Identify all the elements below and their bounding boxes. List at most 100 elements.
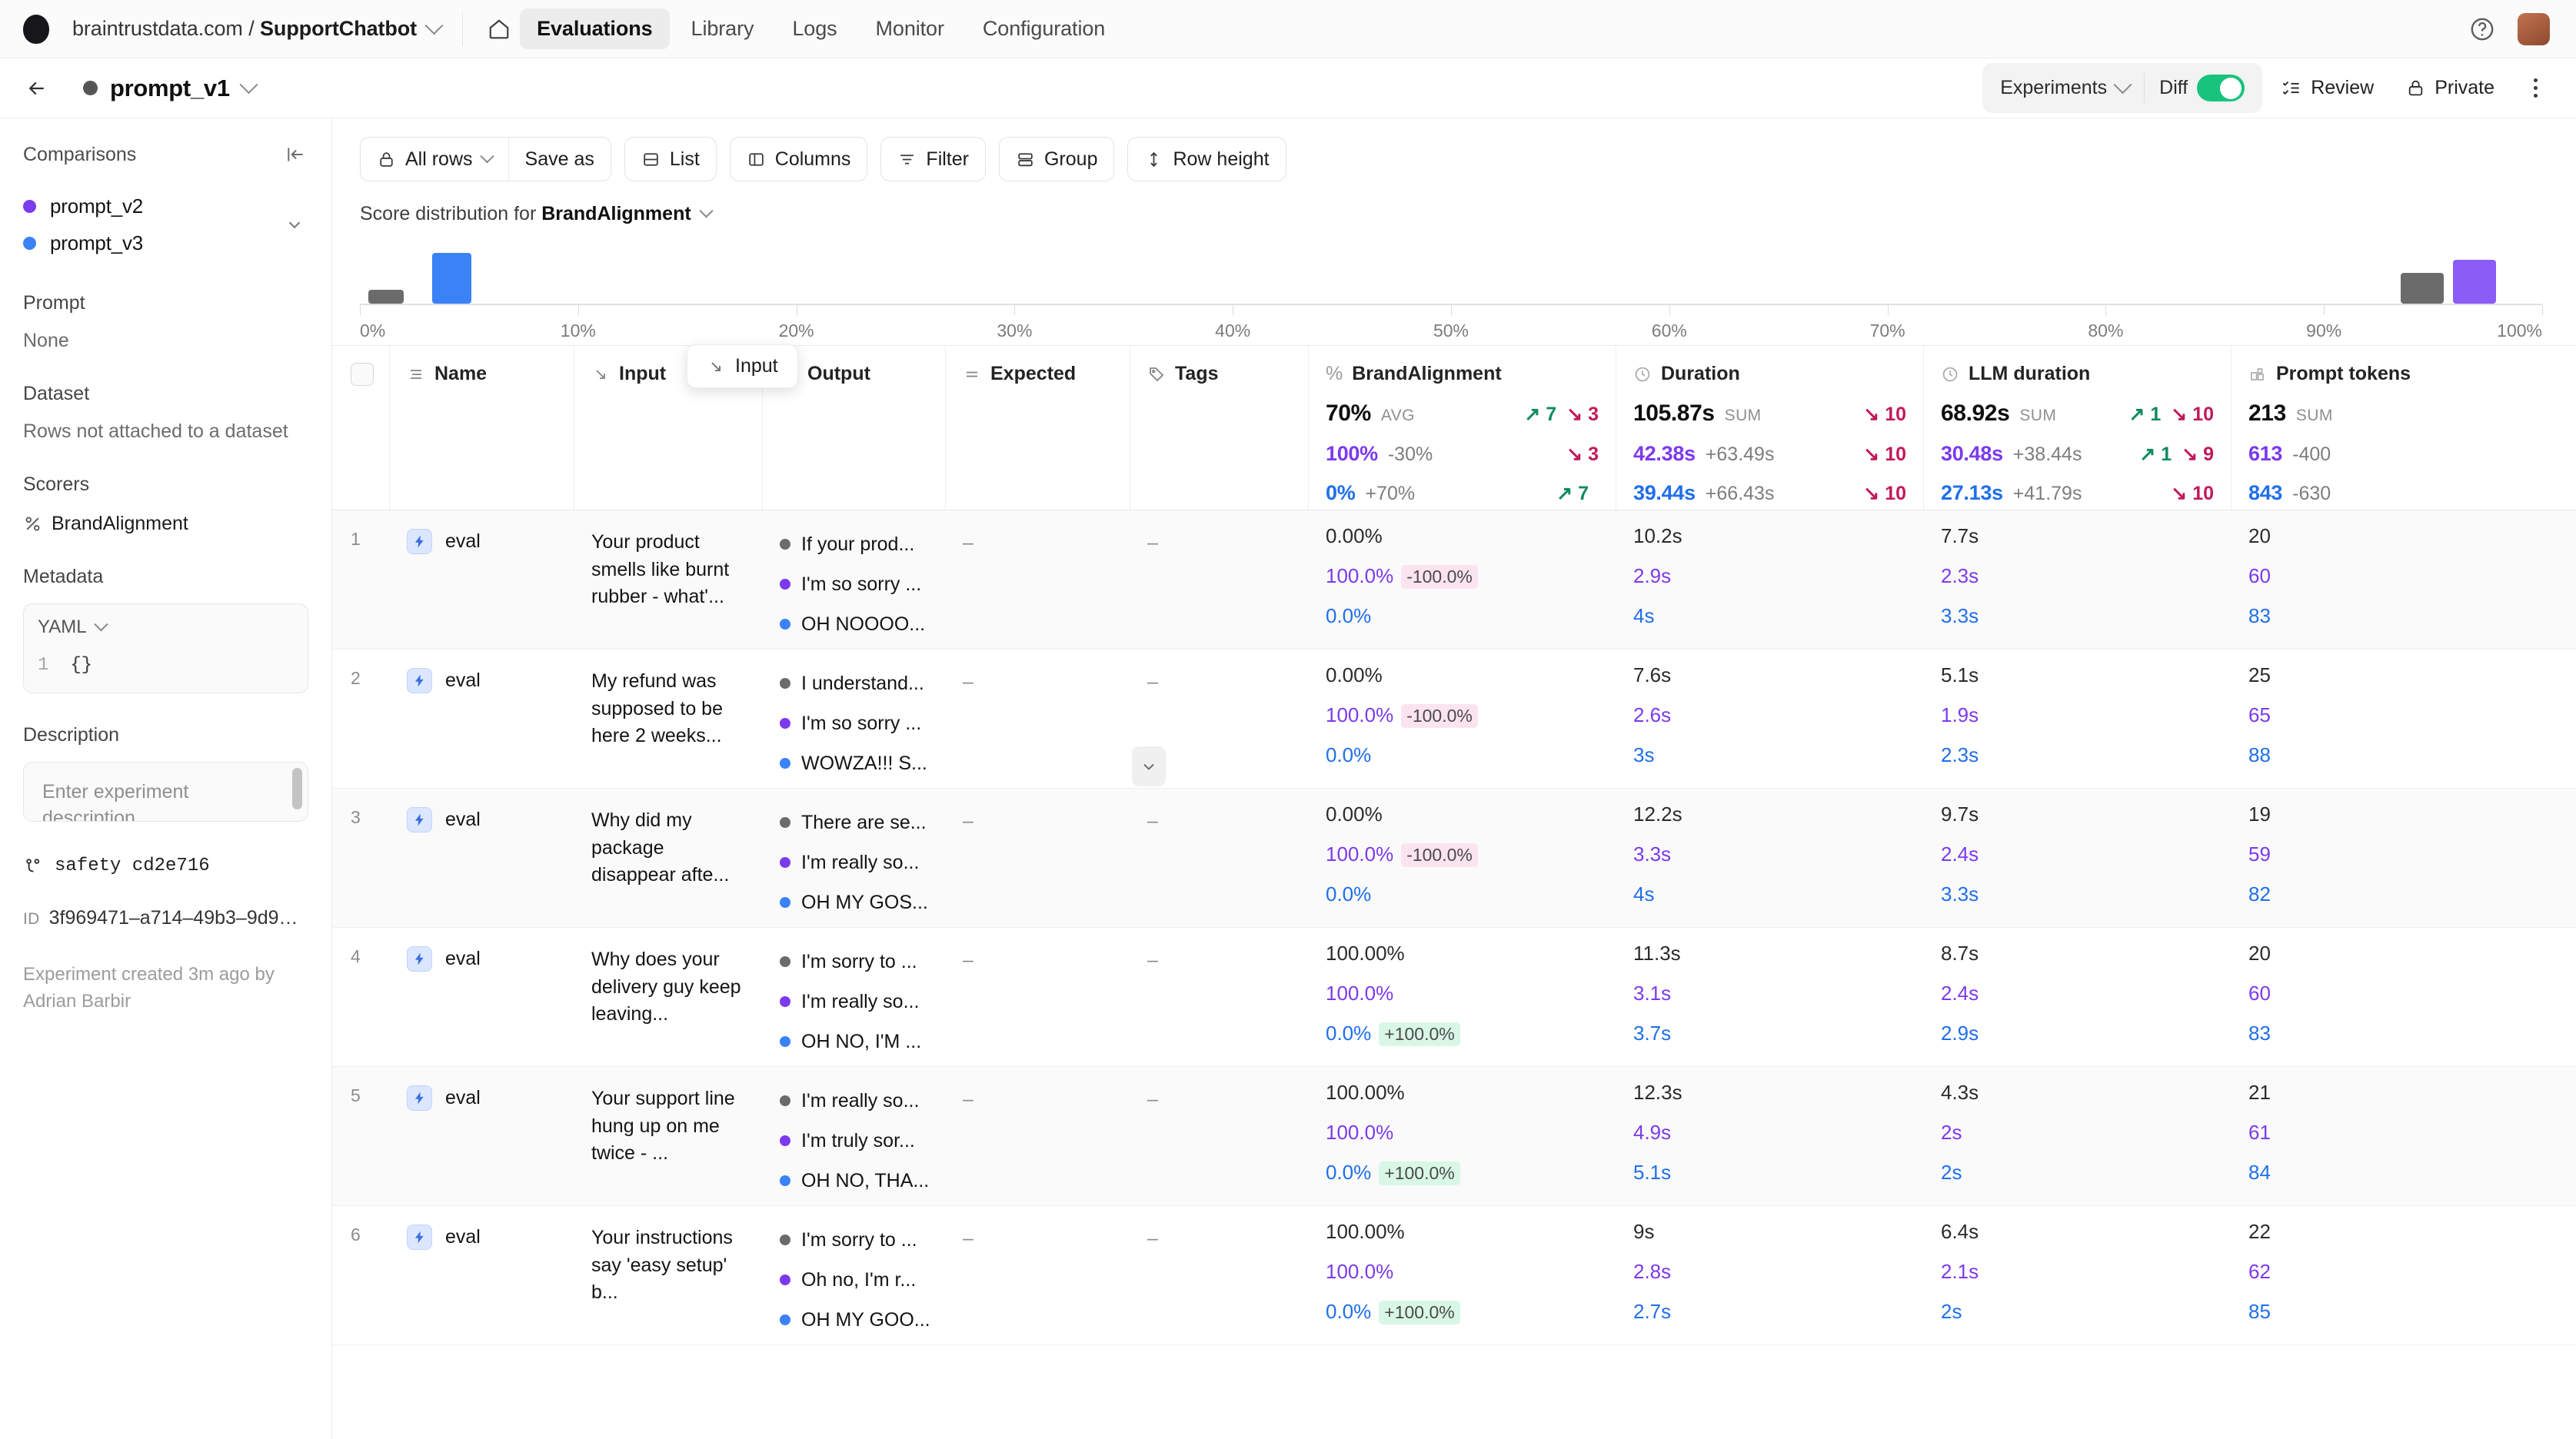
chart-bar[interactable]: [368, 289, 404, 304]
metric-value: 4.3s: [1941, 1081, 1979, 1104]
metric-line: 7.6s: [1633, 663, 1907, 703]
list-view-button[interactable]: List: [624, 137, 717, 181]
nav-item-evaluations[interactable]: Evaluations: [520, 8, 670, 49]
select-all-checkbox[interactable]: [351, 363, 374, 386]
header-cell-duration[interactable]: Duration 105.87s SUM ↘ 10 42.38s +63.49s…: [1616, 346, 1924, 510]
metric-line: 2.9s: [1633, 564, 1907, 604]
braintrust-logo[interactable]: [23, 14, 49, 44]
output-line: OH NO, I'M ...: [780, 1022, 929, 1062]
chart-bar[interactable]: [2452, 259, 2497, 304]
output-line: OH NO, THA...: [780, 1161, 929, 1201]
all-rows-label: All rows: [405, 148, 473, 170]
back-arrow-icon[interactable]: [20, 71, 54, 105]
nav-item-logs[interactable]: Logs: [775, 8, 854, 49]
comparisons-expand-icon[interactable]: [282, 212, 307, 237]
metric-value: 100.0%: [1326, 703, 1394, 726]
metric-line: 2.8s: [1633, 1260, 1907, 1300]
columns-button[interactable]: Columns: [729, 137, 868, 181]
output-series-dot: [780, 996, 790, 1007]
review-button[interactable]: Review: [2267, 68, 2388, 108]
chevron-down-icon: [479, 148, 494, 163]
chart-tick: [1669, 305, 1670, 315]
group-button[interactable]: Group: [998, 137, 1115, 181]
header-cell-brandalignment[interactable]: % BrandAlignment 70% AVG ↗ 7 ↘ 3 100% -3…: [1309, 346, 1616, 510]
nav-item-library[interactable]: Library: [674, 8, 771, 49]
chart-bar[interactable]: [2400, 272, 2445, 304]
comparison-item-prompt-v2[interactable]: prompt_v2: [23, 188, 308, 224]
branch-row[interactable]: safety cd2e716: [23, 856, 308, 876]
comparison-item-prompt-v3[interactable]: prompt_v3: [23, 224, 308, 261]
description-scrollbar[interactable]: [292, 768, 302, 809]
chart-bar[interactable]: [431, 253, 471, 304]
metric-value: 2s: [1941, 1300, 1962, 1323]
table-row[interactable]: 3 eval Why did my package disappear afte..…: [332, 789, 2576, 928]
metric-line: 59: [2248, 842, 2559, 882]
cell-duration: 12.3s 4.9s 5.1s: [1616, 1067, 1924, 1205]
metric-line: 83: [2248, 1022, 2559, 1062]
table-row[interactable]: 5 eval Your support line hung up on me twi…: [332, 1067, 2576, 1206]
avatar[interactable]: [2518, 12, 2550, 45]
metric-value: 2s: [1941, 1161, 1962, 1184]
expected-value: –: [963, 1228, 973, 1249]
collapse-sidebar-icon[interactable]: [282, 141, 308, 168]
row-index: 4: [351, 946, 361, 966]
metadata-language-selector[interactable]: YAML: [38, 616, 294, 638]
metric-value: 2.6s: [1633, 703, 1672, 726]
page-title: prompt_v1: [110, 74, 230, 101]
experiment-title-dropdown[interactable]: prompt_v1: [83, 74, 258, 102]
cell-expected: –: [946, 650, 1130, 788]
row-index: 6: [351, 1225, 361, 1245]
header-cell-tags[interactable]: Tags: [1130, 346, 1309, 510]
metric-line: 61: [2248, 1121, 2559, 1161]
dataset-section: Dataset Rows not attached to a dataset: [23, 383, 308, 443]
table-row[interactable]: 6 eval Your instructions say 'easy setup' …: [332, 1206, 2576, 1345]
metric-value: 100.0%: [1326, 1260, 1394, 1283]
nav-item-configuration[interactable]: Configuration: [966, 8, 1122, 49]
score-distribution-header[interactable]: Score distribution for BrandAlignment: [332, 181, 2576, 225]
org-project-selector[interactable]: braintrustdata.com / SupportChatbot: [72, 16, 444, 41]
metric-delta-badge: -100.0%: [1401, 843, 1478, 867]
private-label: Private: [2435, 77, 2494, 98]
output-text: I'm sorry to ...: [801, 1228, 917, 1251]
header-cell-expected[interactable]: Expected: [946, 346, 1130, 510]
diff-toggle[interactable]: [2197, 75, 2245, 101]
summary-row-base: 70% AVG ↗ 7 ↘ 3: [1326, 400, 1599, 426]
nav-item-monitor[interactable]: Monitor: [859, 8, 961, 49]
org-project-label: braintrustdata.com / SupportChatbot: [72, 17, 418, 40]
all-rows-dropdown[interactable]: All rows: [361, 138, 508, 181]
filter-button[interactable]: Filter: [880, 137, 986, 181]
output-line: I understand...: [780, 663, 929, 703]
home-icon[interactable]: [484, 15, 514, 44]
diff-toggle-group[interactable]: Diff: [2145, 66, 2259, 110]
save-as-button[interactable]: Save as: [509, 138, 611, 181]
metric-value: 12.2s: [1633, 803, 1682, 826]
metric-value: 3.3s: [1941, 882, 1979, 906]
name-text: eval: [445, 530, 481, 552]
header-cell-llm-duration[interactable]: LLM duration 68.92s SUM ↗ 1 ↘ 10 30.48s: [1924, 346, 2232, 510]
metric-value: 88: [2248, 743, 2271, 766]
experiment-id-row[interactable]: ID 3f969471–a714–49b3–9d9…: [23, 907, 308, 929]
cell-name: eval: [390, 1067, 574, 1205]
cell-prompt-tokens: 20 60 83: [2232, 928, 2576, 1066]
header-cell-name[interactable]: Name: [390, 346, 574, 510]
cell-input: Your product smells like burnt rubber - …: [574, 510, 763, 649]
cell-output: If your prod... I'm so sorry ... OH NOOOO.…: [763, 510, 946, 649]
help-circle-icon[interactable]: [2465, 12, 2499, 46]
header-cell-prompt-tokens[interactable]: Prompt tokens 213 SUM 613 -400 843 -630: [2232, 346, 2576, 510]
input-column-menu-handle[interactable]: [1132, 746, 1166, 786]
scorer-item[interactable]: BrandAlignment: [23, 513, 308, 535]
experiments-dropdown[interactable]: Experiments: [1985, 68, 2144, 108]
column-drag-chip[interactable]: Input: [687, 344, 798, 388]
table-row[interactable]: 1 eval Your product smells like burnt rubb…: [332, 510, 2576, 650]
description-input[interactable]: Enter experiment description...: [23, 762, 308, 822]
kebab-menu-icon[interactable]: [2521, 71, 2550, 105]
table-row[interactable]: 4 eval Why does your delivery guy keep lea…: [332, 928, 2576, 1067]
row-height-button[interactable]: Row height: [1127, 137, 1286, 181]
private-button[interactable]: Private: [2392, 68, 2508, 108]
name-text: eval: [445, 1226, 481, 1248]
cell-brandalignment: 100.00% 100.0% 0.0% +100.0%: [1309, 1067, 1616, 1205]
table-row[interactable]: 2 eval My refund was supposed to be here 2…: [332, 650, 2576, 789]
output-series-dot: [780, 758, 790, 769]
output-line: I'm really so...: [780, 982, 929, 1022]
metadata-editor[interactable]: YAML 1 {}: [23, 603, 308, 693]
